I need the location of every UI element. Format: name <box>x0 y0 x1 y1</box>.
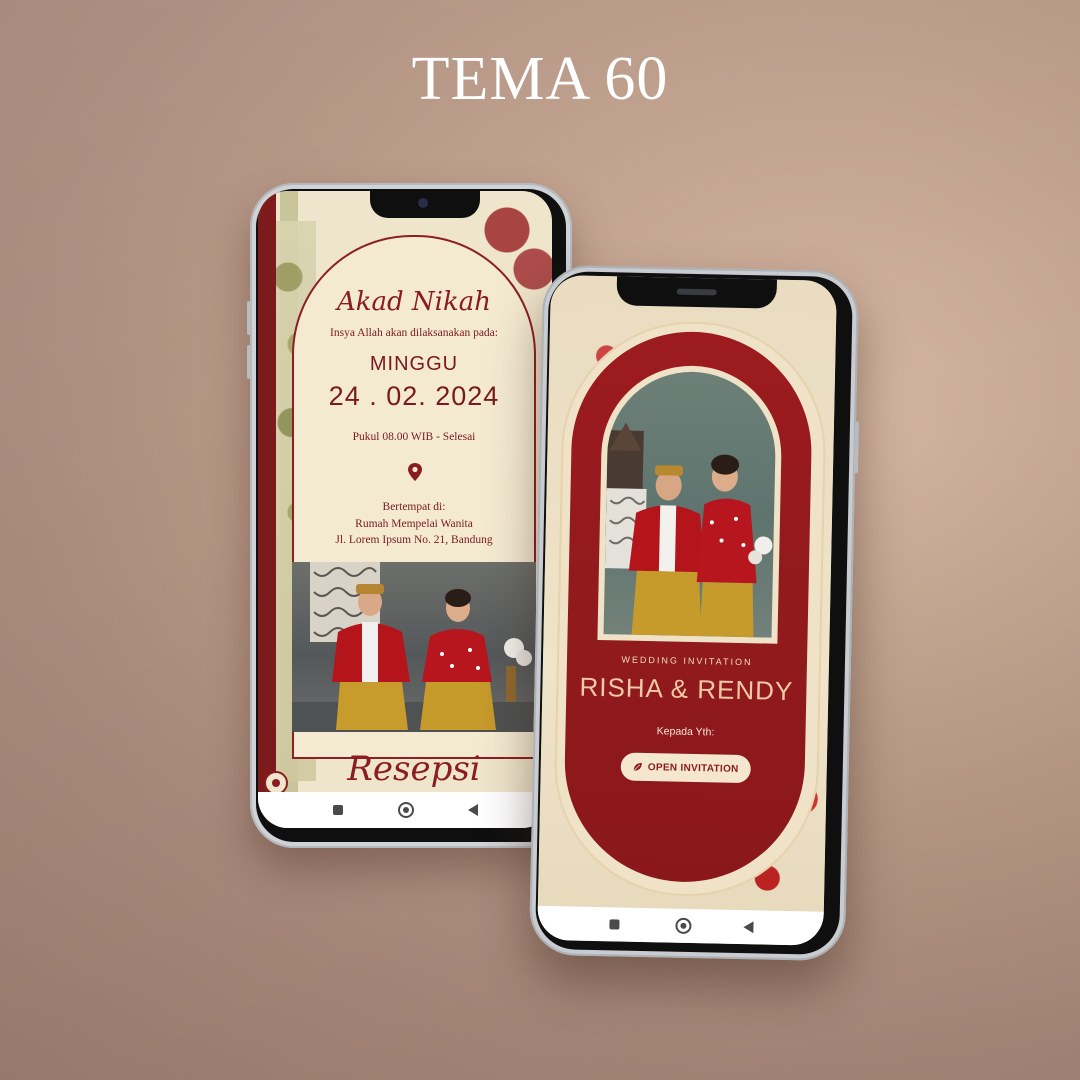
android-nav-bar <box>258 792 552 828</box>
resepsi-heading: Resepsi <box>347 749 481 789</box>
volume-up-button <box>247 301 251 335</box>
open-invitation-label: OPEN INVITATION <box>647 761 739 775</box>
couple-portrait-illustration <box>604 422 773 638</box>
cover-screen: WEDDING INVITATION RISHA & RENDY Kepada … <box>537 274 837 946</box>
akad-screen: Akad Nikah Insya Allah akan dilaksanakan… <box>258 191 552 828</box>
venue-label: Bertempat di: <box>382 501 446 513</box>
leaf-icon <box>633 762 642 772</box>
nav-home-icon[interactable] <box>675 917 692 935</box>
event-day: MINGGU <box>369 353 459 375</box>
venue-address: Jl. Lorem Ipsum No. 21, Bandung <box>335 534 493 546</box>
location-pin-icon[interactable] <box>406 462 424 482</box>
couple-names: RISHA & RENDY <box>579 671 794 707</box>
phone-notch <box>616 275 778 309</box>
open-invitation-button[interactable]: OPEN INVITATION <box>620 752 752 784</box>
phone-mockup-front: WEDDING INVITATION RISHA & RENDY Kepada … <box>528 264 860 962</box>
phone-notch <box>370 191 480 218</box>
front-camera-icon <box>418 198 428 208</box>
akad-nikah-heading: Akad Nikah <box>336 287 491 317</box>
intro-text: Insya Allah akan dilaksanakan pada: <box>330 327 498 339</box>
nav-recent-icon[interactable] <box>609 919 620 930</box>
page-title: TEMA 60 <box>411 45 669 113</box>
nav-recent-icon[interactable] <box>333 805 343 815</box>
nav-back-icon[interactable] <box>743 921 754 934</box>
couple-photo <box>292 562 536 732</box>
event-time: Pukul 08.00 WIB - Selesai <box>352 431 476 443</box>
earpiece-speaker <box>676 288 717 296</box>
event-date: 24 . 02. 2024 <box>328 381 500 411</box>
phone-mockup-back: Akad Nikah Insya Allah akan dilaksanakan… <box>247 183 572 848</box>
couple-portrait <box>603 370 778 638</box>
volume-down-button <box>247 345 251 379</box>
android-nav-bar <box>537 905 824 946</box>
nav-back-icon[interactable] <box>468 804 478 816</box>
nav-home-icon[interactable] <box>398 802 414 818</box>
venue-name: Rumah Mempelai Wanita <box>355 518 473 530</box>
couple-photo-illustration <box>292 562 536 732</box>
